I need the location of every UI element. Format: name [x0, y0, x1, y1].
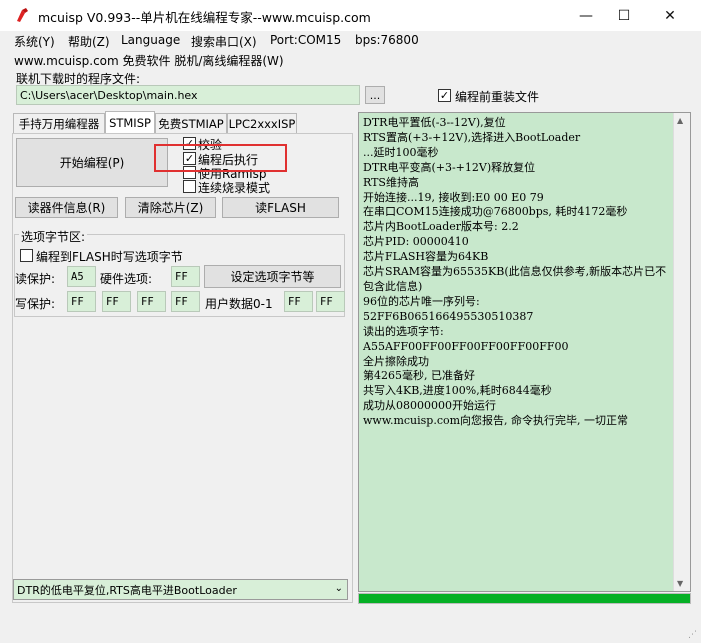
read-flash-button[interactable]: 读FLASH: [222, 197, 339, 218]
program-option-bytes-label: 编程到FLASH时写选项字节: [36, 250, 183, 264]
log-line: 芯片内BootLoader版本号: 2.2: [363, 220, 519, 234]
log-line: 52FF6B065166495530510387: [363, 309, 534, 323]
reload-file-checkbox[interactable]: ✓: [438, 89, 451, 102]
log-line: A55AFF00FF00FF00FF00FF00FF00: [363, 339, 569, 353]
log-line: RTS维持高: [363, 175, 419, 189]
log-lines: DTR电平置低(-3--12V),复位 RTS置高(+3-+12V),选择进入Bo…: [363, 116, 673, 429]
write-protect-label: 写保护:: [15, 297, 56, 311]
progress-fill: [359, 594, 690, 603]
reset-mode-select[interactable]: DTR的低电平复位,RTS高电平进BootLoader ⌄: [13, 579, 348, 600]
log-line: 96位的芯片唯一序列号:: [363, 294, 480, 308]
close-button[interactable]: ✕: [647, 0, 693, 31]
tab-free-stmiap[interactable]: 免费STMIAP: [155, 113, 227, 134]
read-protect-input[interactable]: A5: [67, 266, 96, 287]
log-line: DTR电平变高(+3-+12V)释放复位: [363, 160, 536, 174]
progress-bar: [358, 593, 691, 604]
browse-button[interactable]: ...: [365, 86, 385, 104]
resize-grip-icon[interactable]: ⋰: [688, 630, 699, 641]
scroll-up-icon[interactable]: ▲: [677, 116, 683, 125]
hardware-option-label: 硬件选项:: [100, 272, 153, 286]
highlight-box: [154, 144, 287, 172]
program-option-bytes-checkbox[interactable]: [20, 249, 33, 262]
log-line: ...延时100毫秒: [363, 145, 439, 159]
log-line: 全片擦除成功: [363, 354, 429, 368]
log-line: www.mcuisp.com向您报告, 命令执行完毕, 一切正常: [363, 414, 629, 428]
check-mark-icon: ✓: [439, 89, 450, 102]
continuous-mode-checkbox[interactable]: [183, 180, 196, 193]
tab-lpc2xxxisp[interactable]: LPC2xxxISP: [227, 113, 297, 134]
log-line: 共写入4KB,进度100%,耗时6844毫秒: [363, 384, 552, 398]
write-protect-input-1[interactable]: FF: [102, 291, 131, 312]
tab-stmisp[interactable]: STMISP: [105, 111, 155, 134]
log-line: 读出的选项字节:: [363, 324, 444, 338]
write-protect-input-2[interactable]: FF: [137, 291, 166, 312]
menu-system[interactable]: 系统(Y): [14, 33, 55, 50]
offline-programmer-menu[interactable]: www.mcuisp.com 免费软件 脱机/离线编程器(W): [14, 52, 284, 69]
set-option-bytes-button[interactable]: 设定选项字节等: [204, 265, 341, 288]
user-data-label: 用户数据0-1: [205, 297, 273, 311]
reload-file-label: 编程前重装文件: [455, 90, 540, 104]
menu-language[interactable]: Language: [121, 33, 180, 47]
log-line: RTS置高(+3-+12V),选择进入BootLoader: [363, 130, 581, 144]
log-line: 芯片PID: 00000410: [363, 235, 469, 249]
option-bytes-title: 选项字节区:: [19, 228, 88, 245]
app-icon: [17, 8, 28, 22]
read-device-info-button[interactable]: 读器件信息(R): [15, 197, 118, 218]
hardware-option-input[interactable]: FF: [171, 266, 200, 287]
log-line: 在串口COM15连接成功@76800bps, 耗时4172毫秒: [363, 205, 628, 219]
menu-search-port[interactable]: 搜索串口(X): [191, 33, 257, 50]
log-line: 芯片FLASH容量为64KB: [363, 250, 489, 264]
user-data-input-0[interactable]: FF: [284, 291, 313, 312]
scroll-down-icon[interactable]: ▼: [677, 579, 683, 588]
menu-port[interactable]: Port:COM15: [270, 33, 341, 47]
log-line: 第4265毫秒, 已准备好: [363, 369, 475, 383]
write-protect-input-3[interactable]: FF: [171, 291, 200, 312]
erase-chip-button[interactable]: 清除芯片(Z): [125, 197, 216, 218]
continuous-mode-label: 连续烧录模式: [198, 181, 271, 195]
read-protect-label: 读保护:: [15, 272, 56, 286]
start-programming-button[interactable]: 开始编程(P): [16, 138, 168, 187]
tab-handheld-programmer[interactable]: 手持万用编程器: [13, 113, 105, 134]
menu-help[interactable]: 帮助(Z): [68, 33, 110, 50]
reset-mode-value: DTR的低电平复位,RTS高电平进BootLoader: [17, 583, 237, 597]
log-output[interactable]: DTR电平置低(-3--12V),复位 RTS置高(+3-+12V),选择进入Bo…: [358, 112, 691, 592]
write-protect-input-0[interactable]: FF: [67, 291, 96, 312]
log-line: 芯片SRAM容量为65535KB(此信息仅供参考,新版本芯片已不包含此信息): [363, 265, 667, 293]
log-line: 成功从08000000开始运行: [363, 399, 496, 413]
chevron-down-icon: ⌄: [334, 583, 343, 594]
user-data-input-1[interactable]: FF: [316, 291, 345, 312]
menu-bps[interactable]: bps:76800: [355, 33, 419, 47]
log-scrollbar[interactable]: ▲ ▼: [673, 113, 690, 591]
file-path-input[interactable]: C:\Users\acer\Desktop\main.hex: [16, 85, 360, 105]
window-title: mcuisp V0.993--单片机在线编程专家--www.mcuisp.com: [38, 10, 371, 25]
log-line: 开始连接...19, 接收到:E0 00 E0 79: [363, 190, 544, 204]
log-line: DTR电平置低(-3--12V),复位: [363, 116, 506, 129]
maximize-button[interactable]: ☐: [601, 0, 647, 31]
